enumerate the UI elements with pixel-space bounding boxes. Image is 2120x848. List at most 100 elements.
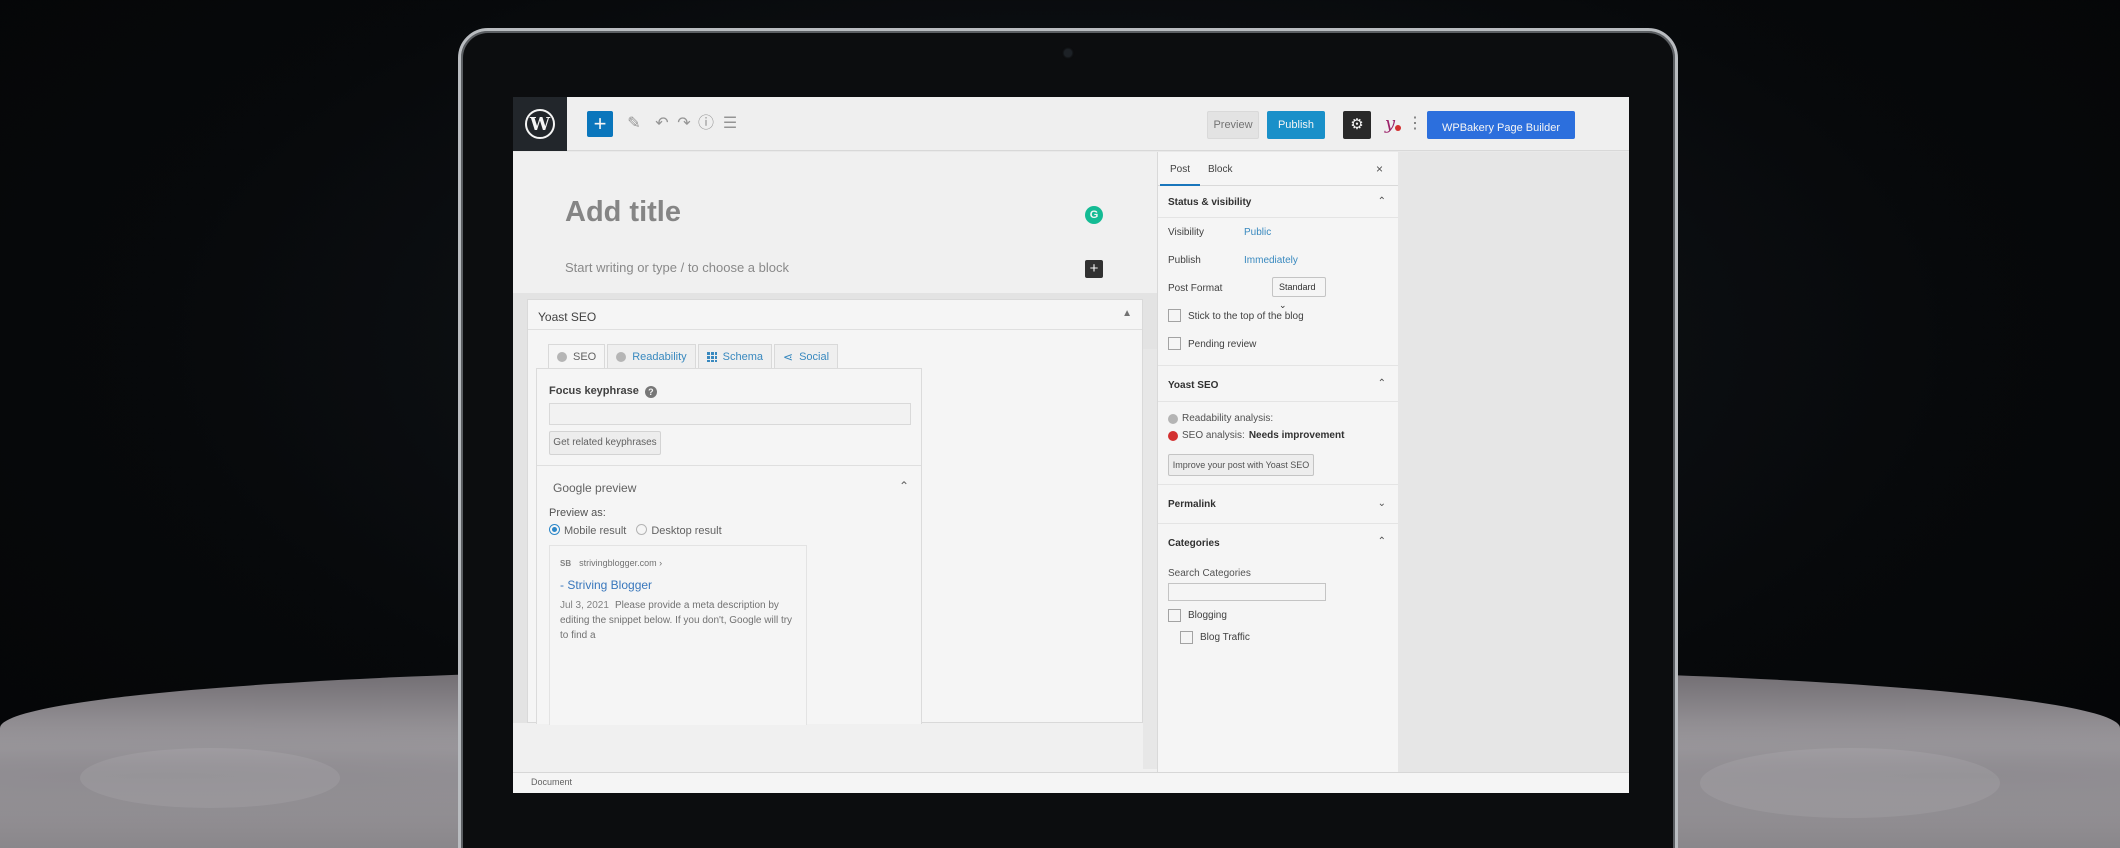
- category-label: Blog Traffic: [1200, 632, 1250, 643]
- publish-date-link[interactable]: Immediately: [1244, 255, 1298, 266]
- preview-as-label: Preview as:: [549, 507, 606, 519]
- radio-icon: [549, 524, 560, 535]
- tab-label: Schema: [722, 350, 764, 363]
- tab-readability[interactable]: Readability: [607, 344, 696, 368]
- tab-label: SEO: [573, 350, 597, 363]
- chevron-up-icon[interactable]: ⌃: [1378, 196, 1386, 207]
- help-icon[interactable]: ?: [644, 386, 657, 398]
- chevron-down-icon[interactable]: ⌄: [1378, 498, 1386, 509]
- yoast-metabox: Yoast SEO ▲ SEO Readability Schema ⋖ Soc…: [527, 299, 1143, 725]
- category-label: Blogging: [1188, 610, 1227, 621]
- share-icon: ⋖: [783, 349, 794, 364]
- chevron-up-icon[interactable]: ⌃: [1378, 536, 1386, 547]
- focus-keyphrase-input[interactable]: [549, 403, 911, 425]
- post-format-value: Standard: [1279, 282, 1316, 292]
- screen: W + ✎ ↶ ↷ ⓘ ☰ Preview Publish ⚙ y ⋮ WPBa…: [513, 97, 1629, 793]
- tab-schema[interactable]: Schema: [697, 344, 773, 368]
- serp-title: - Striving Blogger: [560, 578, 653, 592]
- get-related-keyphrases-button[interactable]: Get related keyphrases: [549, 431, 661, 455]
- chevron-up-icon[interactable]: ⌃: [899, 479, 909, 493]
- panel-title: Permalink: [1168, 499, 1216, 510]
- tab-block[interactable]: Block: [1208, 164, 1232, 175]
- favicon-icon: SB: [560, 558, 572, 568]
- post-format-select[interactable]: Standard ⌄: [1272, 277, 1326, 310]
- seo-analysis-label: SEO analysis:: [1182, 430, 1245, 441]
- visibility-row: Visibility Public: [1158, 218, 1398, 246]
- status-visibility-header[interactable]: Status & visibility ⌃: [1158, 186, 1398, 218]
- wordpress-icon: W: [525, 109, 555, 139]
- add-block-button[interactable]: +: [587, 111, 613, 137]
- permalink-header[interactable]: Permalink ⌄: [1158, 484, 1398, 524]
- editor-toolbar: W + ✎ ↶ ↷ ⓘ ☰ Preview Publish ⚙ y ⋮ WPBa…: [513, 97, 1629, 151]
- grammarly-icon[interactable]: G: [1085, 206, 1103, 224]
- yoast-toolbar-button[interactable]: y: [1375, 111, 1405, 139]
- panel-title: Status & visibility: [1168, 197, 1252, 208]
- seo-analysis-value: Needs improvement: [1248, 430, 1345, 441]
- laptop-bezel: W + ✎ ↶ ↷ ⓘ ☰ Preview Publish ⚙ y ⋮ WPBa…: [458, 28, 1678, 848]
- publish-row: Publish Immediately: [1158, 246, 1398, 274]
- yoast-panel-header[interactable]: Yoast SEO ⌃: [1158, 366, 1398, 402]
- seo-analysis: SEO analysis: Needs improvement: [1158, 427, 1398, 444]
- post-title-input[interactable]: Add title: [565, 196, 681, 229]
- categories-header[interactable]: Categories ⌃: [1158, 524, 1398, 560]
- serp-date: Jul 3, 2021: [560, 600, 609, 611]
- preview-button[interactable]: Preview: [1207, 111, 1259, 139]
- preview-mode-radios: Mobile result Desktop result: [549, 524, 722, 537]
- readability-label: Readability analysis:: [1182, 413, 1274, 424]
- improve-post-button[interactable]: Improve your post with Yoast SEO: [1168, 454, 1314, 476]
- seo-score-dot-icon: [557, 351, 567, 362]
- focus-keyphrase-text: Focus keyphrase: [549, 385, 639, 397]
- pending-review-checkbox[interactable]: Pending review: [1158, 330, 1398, 366]
- settings-gear-icon[interactable]: ⚙: [1343, 111, 1371, 139]
- focus-keyphrase-label: Focus keyphrase?: [549, 385, 657, 398]
- more-options-icon[interactable]: ⋮: [1407, 111, 1423, 139]
- post-format-row: Post Format Standard ⌄: [1158, 274, 1398, 310]
- breadcrumb-document[interactable]: Document: [531, 777, 572, 787]
- search-categories-input[interactable]: [1168, 583, 1326, 601]
- tab-post[interactable]: Post: [1159, 164, 1201, 186]
- tab-social[interactable]: ⋖ Social: [774, 344, 839, 368]
- tab-label: Readability: [632, 350, 687, 363]
- sidebar-body: Status & visibility ⌃ Visibility Public …: [1158, 186, 1398, 647]
- serp-description: Jul 3, 2021 Please provide a meta descrip…: [560, 598, 800, 643]
- category-item[interactable]: Blogging: [1158, 607, 1398, 625]
- redo-icon[interactable]: ↷: [673, 111, 695, 137]
- fabric-fold: [1700, 748, 2000, 818]
- publish-label: Publish: [1168, 255, 1201, 266]
- list-view-icon[interactable]: ☰: [719, 111, 741, 137]
- wordpress-logo-button[interactable]: W: [513, 97, 567, 151]
- visibility-value-link[interactable]: Public: [1244, 227, 1271, 238]
- undo-icon[interactable]: ↶: [651, 111, 673, 137]
- checkbox-icon: [1180, 631, 1193, 644]
- checkbox-icon: [1168, 337, 1181, 350]
- grid-icon: [706, 351, 717, 362]
- readability-dot-icon: [1168, 413, 1178, 424]
- serp-preview[interactable]: SB strivingblogger.com › - Striving Blog…: [549, 545, 807, 725]
- post-format-label: Post Format: [1168, 283, 1223, 294]
- visibility-label: Visibility: [1168, 227, 1204, 238]
- status-bar: Document: [513, 772, 1629, 793]
- publish-button[interactable]: Publish: [1267, 111, 1325, 139]
- readability-score-dot-icon: [616, 351, 627, 362]
- editor-scrollbar[interactable]: [1143, 349, 1157, 769]
- info-icon[interactable]: ⓘ: [695, 111, 717, 137]
- collapse-chevron-icon[interactable]: ▲: [1122, 308, 1132, 319]
- edit-pencil-icon[interactable]: ✎: [623, 111, 645, 137]
- yoast-metabox-header[interactable]: Yoast SEO ▲: [528, 300, 1142, 330]
- radio-icon: [636, 524, 648, 535]
- close-icon[interactable]: ×: [1376, 162, 1383, 176]
- inline-add-block-icon[interactable]: +: [1085, 260, 1103, 278]
- panel-title: Categories: [1168, 538, 1220, 549]
- tab-seo[interactable]: SEO: [548, 344, 606, 368]
- stick-to-top-label: Stick to the top of the blog: [1188, 311, 1304, 322]
- google-preview-title[interactable]: Google preview: [553, 481, 636, 495]
- chevron-up-icon[interactable]: ⌃: [1378, 378, 1386, 389]
- block-placeholder[interactable]: Start writing or type / to choose a bloc…: [565, 260, 789, 275]
- category-item[interactable]: Blog Traffic: [1158, 629, 1398, 647]
- wpbakery-button[interactable]: WPBakery Page Builder: [1427, 111, 1575, 139]
- yoast-tabs: SEO Readability Schema ⋖ Social: [548, 344, 840, 368]
- desktop-result-radio[interactable]: Desktop result: [636, 524, 722, 537]
- mobile-result-radio[interactable]: Mobile result: [549, 524, 626, 537]
- stick-to-top-checkbox[interactable]: Stick to the top of the blog: [1158, 302, 1398, 330]
